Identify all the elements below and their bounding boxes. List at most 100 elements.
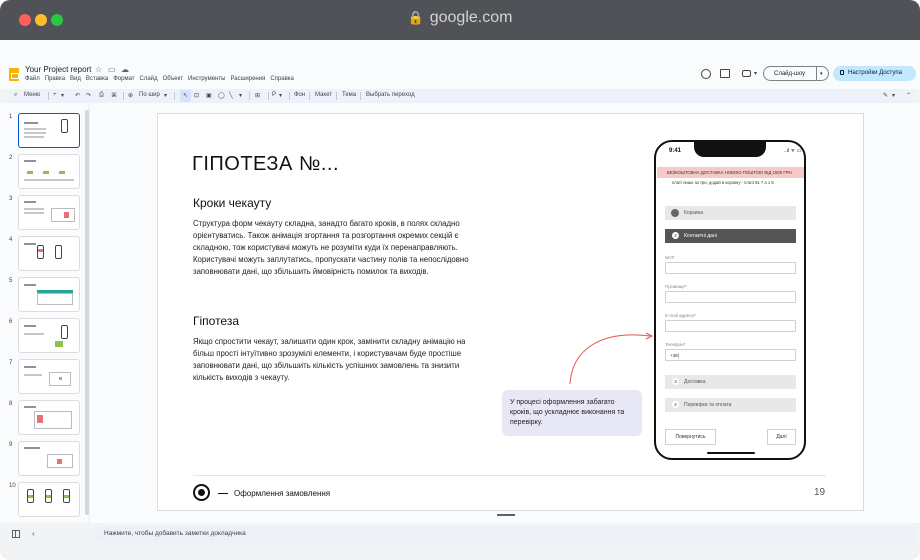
menu-search-label[interactable]: Меню <box>24 92 40 98</box>
url-text: google.com <box>429 9 513 26</box>
phone-notch <box>694 142 766 157</box>
new-slide-icon[interactable]: + <box>53 92 57 98</box>
speaker-notes-placeholder[interactable]: Нажмите, чтобы добавить заметки докладчи… <box>104 530 246 537</box>
callout-note[interactable]: У процесі оформлення забагато кроків, що… <box>502 390 642 436</box>
theme-button[interactable]: Тема <box>342 92 356 98</box>
hypothesis-body-text[interactable]: Якщо спростити чекаут, залишити один кро… <box>193 336 483 384</box>
field-label: Телефон* <box>665 342 686 347</box>
share-access-button[interactable]: Настройки Доступа <box>833 66 916 81</box>
field-label: E-mail адреса* <box>665 313 696 318</box>
slide-thumbnail[interactable] <box>18 195 80 230</box>
section-body-text[interactable]: Структура форм чекауту складна, занадто … <box>193 218 483 278</box>
next-button[interactable]: Далі <box>767 429 796 445</box>
zoom-icon[interactable]: ⊕ <box>128 92 133 99</box>
divider <box>249 92 250 100</box>
background-button[interactable]: Фон <box>294 92 305 98</box>
thumbnail-number: 10 <box>9 483 16 489</box>
slideshow-options-chevron-icon[interactable]: ▾ <box>820 71 823 77</box>
move-folder-icon[interactable]: ▭ <box>108 65 116 74</box>
slide-page-number[interactable]: 19 <box>814 487 825 498</box>
search-menus-icon[interactable]: ⌕ <box>14 92 17 99</box>
thumbnail-number: 3 <box>9 196 13 202</box>
slide-thumbnail[interactable] <box>18 441 80 476</box>
slide-thumbnail[interactable] <box>18 482 80 517</box>
line-icon[interactable]: ╲ <box>229 92 233 99</box>
textbox-icon[interactable]: ⊡ <box>194 92 199 99</box>
phone-mockup[interactable]: 9:41 ..ıl ᯤ ▭ БЕЗКОШТОВНА ДОСТАВКА НОВОЮ… <box>654 140 806 460</box>
promo-banner: БЕЗКОШТОВНА ДОСТАВКА НОВОЮ ПОШТОЮ ВІД 15… <box>657 167 804 178</box>
menu-slide[interactable]: Слайд <box>140 76 158 82</box>
email-field[interactable] <box>665 320 796 332</box>
slide-thumbnail[interactable] <box>18 359 80 394</box>
chevron-down-icon[interactable]: ▾ <box>61 92 64 99</box>
menu-extensions[interactable]: Расширения <box>230 76 265 82</box>
section-heading[interactable]: Кроки чекауту <box>193 196 271 210</box>
shape-icon[interactable]: ◯ <box>218 92 225 99</box>
menu-format[interactable]: Формат <box>113 76 134 82</box>
first-name-field[interactable] <box>665 262 796 274</box>
notes-resize-handle[interactable] <box>497 514 515 516</box>
chevron-down-icon[interactable]: ▾ <box>892 92 895 99</box>
filmstrip-scrollbar[interactable] <box>85 110 89 515</box>
slide-thumbnail[interactable] <box>18 318 80 353</box>
collapse-panel-icon[interactable]: ‹ <box>32 529 35 538</box>
paint-format-icon[interactable]: ⌘ <box>111 92 117 99</box>
slide-title[interactable]: ГІПОТЕЗА №... <box>192 153 339 176</box>
step-review-payment: 4 Перевірка та оплата <box>665 398 796 412</box>
slideshow-button[interactable]: Слайд-шоу ▾ <box>763 66 829 81</box>
slide-thumbnail[interactable] <box>18 277 80 312</box>
menu-insert[interactable]: Вставка <box>86 76 108 82</box>
menu-object[interactable]: Объект <box>163 76 183 82</box>
chevron-down-icon[interactable]: ▾ <box>164 92 167 99</box>
zoom-fit-select[interactable]: По шир <box>139 92 160 98</box>
signal-battery-icon: ..ıl ᯤ ▭ <box>784 148 802 154</box>
chevron-down-icon[interactable]: ▾ <box>279 92 282 99</box>
comment-add-icon[interactable]: ⊞ <box>255 92 260 99</box>
star-icon[interactable]: ☆ <box>95 65 102 74</box>
print-icon[interactable]: ⎙ <box>99 92 104 99</box>
layout-button[interactable]: Макет <box>315 92 332 98</box>
slides-logo-icon[interactable] <box>9 68 19 81</box>
back-button[interactable]: Повернутись <box>665 429 716 445</box>
thumbnail-number: 5 <box>9 278 13 284</box>
cloud-status-icon[interactable]: ☁ <box>121 65 129 74</box>
grid-view-icon[interactable] <box>12 530 20 538</box>
slide-thumbnail[interactable] <box>18 236 80 271</box>
meet-icon[interactable] <box>742 70 751 77</box>
menu-file[interactable]: Файл <box>25 76 40 82</box>
step-number: 4 <box>672 401 679 408</box>
comments-icon[interactable] <box>720 69 730 78</box>
slide-thumbnail[interactable] <box>18 113 80 148</box>
check-icon <box>671 209 679 217</box>
step-label: Корзина <box>684 210 704 216</box>
undo-icon[interactable]: ↶ <box>75 92 80 99</box>
last-name-field[interactable] <box>665 291 796 303</box>
menu-help[interactable]: Справка <box>270 76 294 82</box>
hypothesis-heading[interactable]: Гіпотеза <box>193 314 239 328</box>
promo-text: платі лише за три, додай в корзину - пла… <box>672 180 774 185</box>
chevron-down-icon[interactable]: ▾ <box>754 70 757 77</box>
image-icon[interactable]: ▣ <box>206 92 212 99</box>
thumbnail-number: 4 <box>9 237 13 243</box>
slide-thumbnail[interactable] <box>18 400 80 435</box>
document-title[interactable]: Your Project report <box>25 65 91 74</box>
version-history-icon[interactable] <box>701 69 711 79</box>
step-delivery: 3 Доставка <box>665 375 796 389</box>
redo-icon[interactable]: ↷ <box>86 92 91 99</box>
menu-view[interactable]: Вид <box>70 76 81 82</box>
pen-tool-icon[interactable]: ✎ <box>883 92 888 99</box>
address-bar[interactable]: 🔒 google.com <box>0 9 920 27</box>
step-number: 3 <box>672 378 679 385</box>
phone-field[interactable]: +38( <box>665 349 796 361</box>
chevron-up-icon[interactable]: ⌃ <box>906 92 911 99</box>
slide-thumbnail[interactable] <box>18 154 80 189</box>
divider <box>816 67 817 80</box>
transition-button[interactable]: Выбрать переход <box>366 92 415 98</box>
footer-section-title[interactable]: Оформлення замовлення <box>234 489 330 498</box>
browser-window: 🔒 google.com Your Project report ☆ ▭ ☁ Фа… <box>0 0 920 560</box>
text-format-icon[interactable]: Р <box>272 92 276 98</box>
menu-edit[interactable]: Правка <box>45 76 65 82</box>
menu-tools[interactable]: Инструменты <box>188 76 225 82</box>
lock-icon: 🔒 <box>407 10 424 25</box>
chevron-down-icon[interactable]: ▾ <box>239 92 242 99</box>
